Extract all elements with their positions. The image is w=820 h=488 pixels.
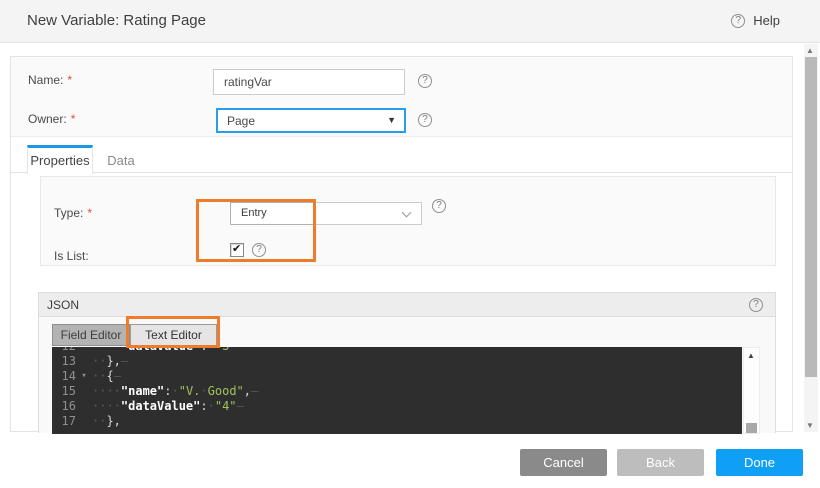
json-help-icon[interactable]: ?: [749, 298, 763, 312]
line-number: 14: [52, 369, 76, 384]
cancel-button[interactable]: Cancel: [520, 449, 607, 476]
code-text: ····"dataValue":·"3"–: [92, 347, 742, 354]
new-variable-dialog: { "header": { "title": "New Variable: Ra…: [0, 0, 820, 488]
name-input[interactable]: [213, 69, 405, 95]
name-help-icon[interactable]: ?: [418, 74, 432, 88]
editor-line: 14▾··{–: [52, 369, 742, 384]
back-button[interactable]: Back: [617, 449, 704, 476]
json-title: JSON: [47, 298, 79, 312]
dialog-content: Name:* ? Owner:* Page ▼ ? Properties Dat…: [10, 56, 793, 432]
scroll-up-icon[interactable]: ▲: [806, 46, 814, 55]
is-list-label: Is List:: [54, 247, 89, 265]
line-number: 17: [52, 414, 76, 429]
fold-gutter: [76, 384, 92, 399]
chevron-down-icon: [402, 208, 412, 218]
editor-line: 17 ··},: [52, 414, 742, 429]
json-panel-header: JSON ?: [39, 293, 775, 317]
owner-select[interactable]: Page ▼: [216, 108, 406, 133]
code-text: ··},: [92, 414, 742, 429]
code-editor-lines: 12····"dataValue":·"3"–13··},–14▾··{–15·…: [52, 347, 742, 429]
json-panel: JSON ? Field Editor Text Editor 12 ····"d…: [38, 292, 776, 433]
type-label: Type:*: [54, 204, 92, 222]
field-editor-button[interactable]: Field Editor: [52, 324, 130, 346]
fold-gutter: [76, 354, 92, 369]
scroll-up-icon[interactable]: ▲: [747, 351, 755, 360]
dialog-header: New Variable: Rating Page ? Help: [0, 0, 820, 43]
code-text: ··},–: [92, 354, 742, 369]
fold-gutter: [76, 347, 92, 354]
help-button[interactable]: ? Help: [731, 13, 780, 28]
code-text: ····"name":·"V.·Good",–: [92, 384, 742, 399]
properties-group-panel: Type:* Entry ? Is List: ✔ ?: [40, 176, 776, 266]
type-select[interactable]: Entry: [230, 202, 422, 225]
page-title: New Variable: Rating Page: [27, 12, 206, 29]
required-marker: *: [87, 206, 92, 220]
form-panel: Name:* ? Owner:* Page ▼ ?: [11, 57, 792, 137]
code-text: ··{–: [92, 369, 742, 384]
is-list-checkbox[interactable]: ✔: [230, 243, 244, 257]
dropdown-arrow-icon: ▼: [387, 115, 396, 125]
fold-gutter: [76, 414, 92, 429]
name-label: Name:*: [28, 71, 72, 89]
tab-bar: Properties Data: [11, 145, 792, 173]
fold-arrow-icon[interactable]: ▾: [76, 369, 92, 384]
type-select-value[interactable]: Entry: [230, 202, 316, 225]
tab-properties[interactable]: Properties: [27, 145, 93, 174]
line-number: 13: [52, 354, 76, 369]
editor-line: 16 ····"dataValue":·"4"–: [52, 399, 742, 414]
owner-select-value: Page: [227, 114, 255, 128]
line-number: 15: [52, 384, 76, 399]
line-number: 12: [52, 347, 76, 354]
tab-data[interactable]: Data: [93, 148, 149, 173]
fold-gutter: [76, 399, 92, 414]
code-editor[interactable]: 12····"dataValue":·"3"–13··},–14▾··{–15·…: [52, 347, 742, 434]
editor-line: 15 ····"name":·"V.·Good",–: [52, 384, 742, 399]
help-label[interactable]: Help: [753, 13, 780, 28]
main-scrollbar[interactable]: ▲ ▼: [804, 44, 818, 432]
main-scrollbar-thumb[interactable]: [805, 57, 817, 377]
required-marker: *: [71, 112, 76, 126]
text-editor-button[interactable]: Text Editor: [130, 324, 217, 346]
type-help-icon[interactable]: ?: [432, 199, 446, 213]
scroll-down-icon[interactable]: ▼: [806, 421, 814, 430]
done-button[interactable]: Done: [716, 449, 803, 476]
help-icon[interactable]: ?: [731, 14, 745, 28]
checkmark-icon: ✔: [232, 242, 241, 255]
owner-label: Owner:*: [28, 110, 75, 128]
editor-line: 13 ··},–: [52, 354, 742, 369]
code-text: ····"dataValue":·"4"–: [92, 399, 742, 414]
line-number: 16: [52, 399, 76, 414]
owner-help-icon[interactable]: ?: [418, 113, 432, 127]
is-list-help-icon[interactable]: ?: [252, 243, 266, 257]
editor-scrollbar[interactable]: ▲: [743, 347, 760, 434]
editor-line: 12 ····"dataValue":·"3"–: [52, 347, 742, 354]
editor-scrollbar-thumb[interactable]: [746, 423, 757, 433]
required-marker: *: [67, 73, 72, 87]
